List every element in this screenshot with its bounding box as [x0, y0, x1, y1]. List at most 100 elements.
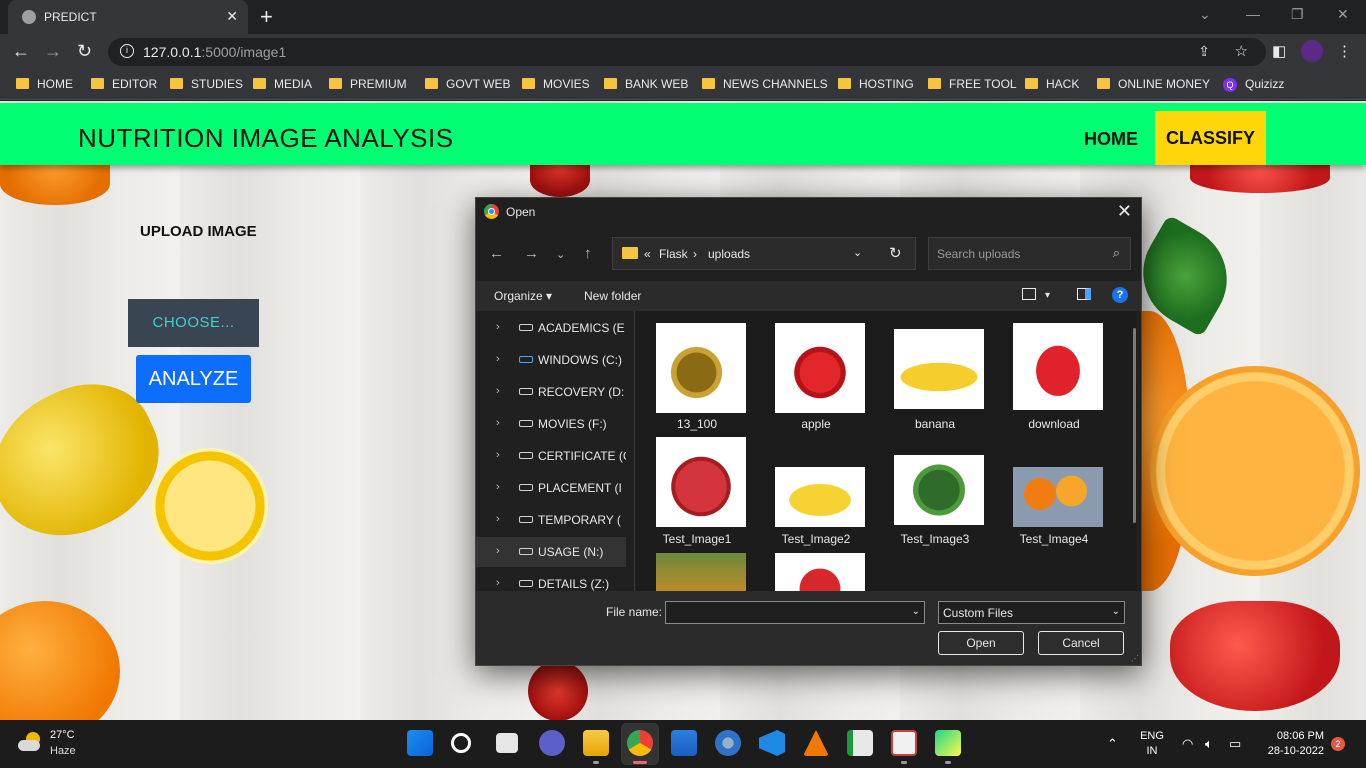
chevron-down-icon[interactable]: ⌄: [853, 246, 862, 259]
snipping-tool-icon[interactable]: [891, 730, 917, 756]
breadcrumb-uploads[interactable]: uploads: [708, 247, 750, 261]
bookmark-online-money[interactable]: ONLINE MONEY: [1097, 77, 1210, 91]
back-icon[interactable]: ←: [12, 41, 30, 62]
profile-avatar[interactable]: [1301, 40, 1323, 62]
nav-item-movies[interactable]: › MOVIES (F:): [476, 409, 626, 439]
close-tab-icon[interactable]: ✕: [226, 8, 238, 25]
back-icon[interactable]: ←: [489, 245, 504, 262]
chevron-right-icon[interactable]: ›: [496, 545, 500, 557]
address-bar[interactable]: i 127.0.0.1:5000/image1 ⇪ ☆: [108, 38, 1266, 66]
file-tile[interactable]: [760, 551, 872, 591]
recent-locations-icon[interactable]: ⌄: [556, 248, 565, 261]
preview-pane-icon[interactable]: [1077, 288, 1091, 300]
resize-grip-icon[interactable]: ⋰: [1131, 654, 1139, 663]
chevron-right-icon[interactable]: ›: [496, 481, 500, 493]
clock[interactable]: 08:06 PM 28-10-2022: [1258, 729, 1324, 759]
file-list-scrollbar[interactable]: [1133, 328, 1136, 523]
chevron-right-icon[interactable]: ›: [496, 449, 500, 461]
address-breadcrumb[interactable]: « Flask › uploads ⌄ ↻: [612, 237, 916, 270]
search-box[interactable]: ⌕: [928, 237, 1131, 270]
file-tile-test-image3[interactable]: Test_Image3: [879, 435, 991, 553]
bookmark-govt-web[interactable]: GOVT WEB: [425, 77, 510, 91]
chevron-right-icon[interactable]: ›: [496, 385, 500, 397]
battery-icon[interactable]: ▭: [1229, 736, 1241, 752]
search-input[interactable]: [929, 238, 1099, 269]
bookmark-quizizz[interactable]: Q Quizizz: [1223, 77, 1284, 92]
url-text[interactable]: 127.0.0.1:5000/image1: [143, 44, 286, 60]
settings-icon[interactable]: [715, 730, 741, 756]
file-type-select[interactable]: Custom Files ⌄: [938, 601, 1125, 624]
pane-divider[interactable]: [634, 311, 635, 591]
cancel-button[interactable]: Cancel: [1038, 631, 1124, 655]
task-view-icon[interactable]: [496, 733, 518, 753]
nav-item-academics[interactable]: › ACADEMICS (E: [476, 313, 626, 343]
chevron-right-icon[interactable]: ›: [496, 321, 500, 333]
chevron-right-icon[interactable]: ›: [496, 353, 500, 365]
bookmark-hosting[interactable]: HOSTING: [838, 77, 914, 91]
breadcrumb-flask[interactable]: Flask: [659, 247, 688, 261]
file-tile-test-image2[interactable]: Test_Image2: [760, 435, 872, 553]
open-button[interactable]: Open: [938, 631, 1024, 655]
nav-item-recovery[interactable]: › RECOVERY (D:: [476, 377, 626, 407]
minimize-icon[interactable]: —: [1246, 6, 1260, 22]
browser-tab[interactable]: PREDICT ✕: [8, 0, 248, 34]
chevron-right-icon[interactable]: ›: [496, 513, 500, 525]
tab-search-icon[interactable]: ⌄: [1199, 6, 1211, 23]
notification-badge[interactable]: 2: [1331, 737, 1345, 751]
nav-item-certificate[interactable]: › CERTIFICATE (G: [476, 441, 626, 471]
bookmark-news-channels[interactable]: NEWS CHANNELS: [702, 77, 828, 91]
file-tile-banana[interactable]: banana: [879, 319, 991, 437]
window-close-icon[interactable]: ✕: [1337, 6, 1349, 23]
file-tile-13-100[interactable]: 13_100: [641, 319, 753, 437]
nav-item-usage[interactable]: › USAGE (N:): [476, 537, 626, 567]
nav-home-link[interactable]: HOME: [1084, 129, 1138, 150]
restore-icon[interactable]: ❐: [1291, 6, 1304, 23]
nav-item-placement[interactable]: › PLACEMENT (I: [476, 473, 626, 503]
weather-condition[interactable]: Haze: [50, 745, 76, 757]
search-icon[interactable]: ⌕: [1113, 245, 1120, 261]
file-tile-download[interactable]: download: [998, 319, 1110, 437]
file-tile-apple[interactable]: apple: [760, 319, 872, 437]
meet-icon[interactable]: [539, 730, 565, 756]
breadcrumb-overflow[interactable]: «: [644, 247, 651, 261]
forward-icon[interactable]: →: [524, 245, 539, 262]
bookmark-bank-web[interactable]: BANK WEB: [604, 77, 688, 91]
analyze-button[interactable]: ANALYZE: [136, 355, 251, 403]
pycharm-icon[interactable]: [935, 730, 961, 756]
chevron-down-icon[interactable]: ▾: [1045, 290, 1050, 301]
forward-icon[interactable]: →: [44, 41, 62, 62]
search-icon[interactable]: [451, 733, 471, 753]
chevron-right-icon[interactable]: ›: [496, 577, 500, 589]
reload-icon[interactable]: ↻: [77, 41, 92, 62]
new-folder-button[interactable]: New folder: [584, 289, 641, 303]
file-tile[interactable]: [641, 551, 753, 591]
bookmark-free-tool[interactable]: FREE TOOL: [928, 77, 1017, 91]
vlc-icon[interactable]: [803, 730, 829, 756]
site-info-icon[interactable]: i: [120, 44, 134, 58]
vscode-icon[interactable]: [759, 730, 785, 756]
new-tab-button[interactable]: +: [260, 4, 273, 30]
menu-icon[interactable]: ⋮: [1337, 42, 1352, 60]
start-icon[interactable]: [407, 730, 433, 756]
view-options-icon[interactable]: [1022, 288, 1036, 300]
bookmark-media[interactable]: MEDIA: [253, 77, 312, 91]
volume-icon[interactable]: 🔈︎: [1205, 736, 1213, 752]
up-folder-icon[interactable]: ↑: [584, 245, 592, 262]
nav-classify-link[interactable]: CLASSIFY: [1155, 111, 1266, 165]
file-tile-test-image4[interactable]: Test_Image4: [998, 435, 1110, 553]
bookmark-home[interactable]: HOME: [16, 77, 73, 91]
chevron-up-icon[interactable]: ⌃: [1107, 736, 1118, 752]
weather-icon[interactable]: [18, 732, 44, 752]
dialog-close-icon[interactable]: ✕: [1117, 201, 1132, 222]
chevron-right-icon[interactable]: ›: [496, 417, 500, 429]
share-icon[interactable]: ⇪: [1198, 43, 1210, 60]
bookmark-star-icon[interactable]: ☆: [1235, 42, 1248, 60]
nav-item-details[interactable]: › DETAILS (Z:): [476, 569, 626, 591]
nav-item-temporary[interactable]: › TEMPORARY (: [476, 505, 626, 535]
file-name-input[interactable]: ⌄: [665, 601, 925, 624]
bookmark-editor[interactable]: EDITOR: [91, 77, 157, 91]
nav-item-windows[interactable]: › WINDOWS (C:): [476, 345, 626, 375]
organize-button[interactable]: Organize ▾: [494, 289, 552, 303]
bookmark-movies[interactable]: MOVIES: [522, 77, 590, 91]
help-icon[interactable]: ?: [1112, 287, 1128, 303]
